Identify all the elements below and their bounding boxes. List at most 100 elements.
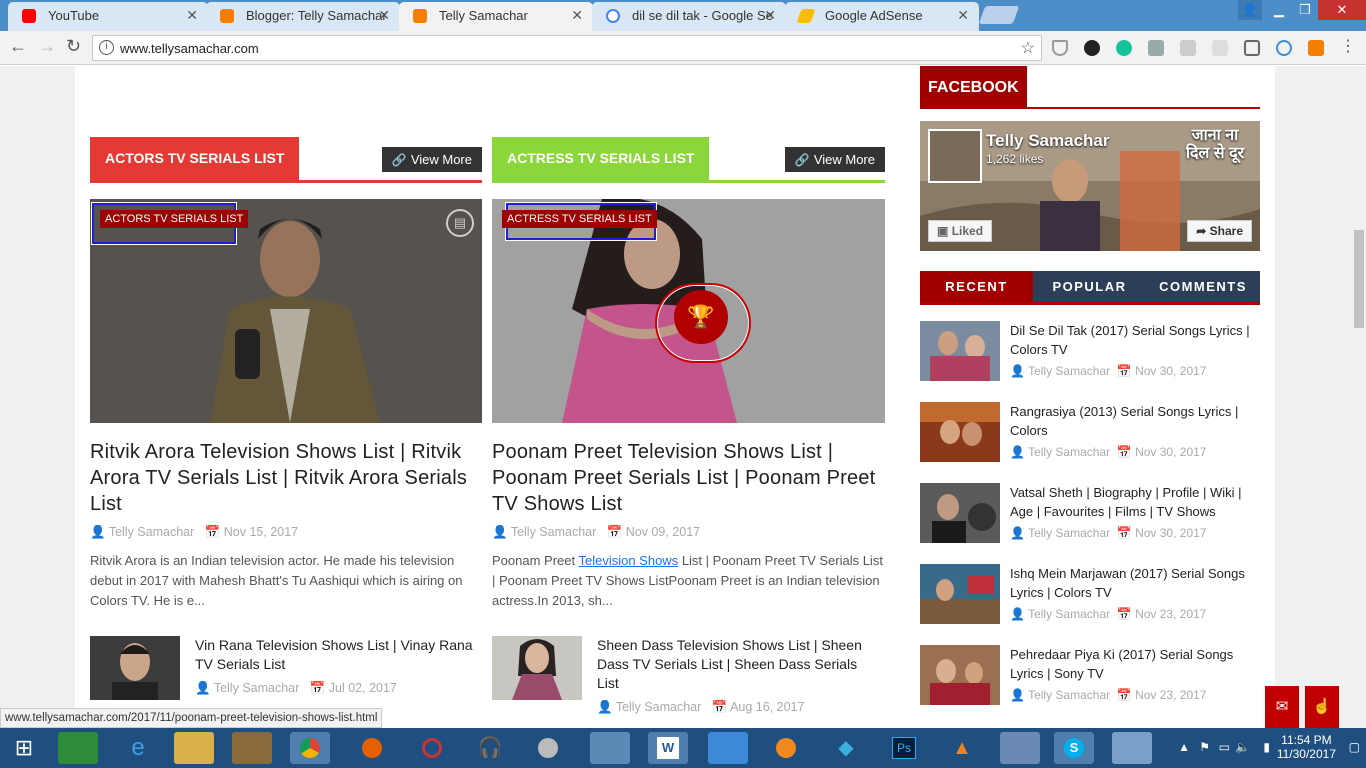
category-tag[interactable]: ACTORS TV SERIALS LIST bbox=[100, 210, 249, 228]
tab-google-search[interactable]: dil se dil tak - Google Se ✕ bbox=[592, 2, 786, 31]
profile-icon[interactable]: 👤 bbox=[1238, 0, 1262, 20]
post-author[interactable]: Telly Samachar bbox=[214, 681, 299, 695]
close-tab-icon[interactable]: ✕ bbox=[186, 2, 198, 29]
post-author[interactable]: Telly Samachar bbox=[1028, 607, 1110, 621]
post-author[interactable]: Telly Samachar bbox=[616, 700, 701, 714]
headphones-icon[interactable]: 🎧 bbox=[470, 732, 510, 764]
post-author[interactable]: Telly Samachar bbox=[511, 525, 596, 539]
category-tag[interactable]: ACTRESS TV SERIALS LIST bbox=[502, 210, 657, 228]
file-explorer-icon[interactable] bbox=[174, 732, 214, 764]
close-tab-icon[interactable]: ✕ bbox=[764, 2, 776, 29]
notifications-icon[interactable]: ▢ bbox=[1349, 740, 1360, 754]
mini-post-title[interactable]: Vin Rana Television Shows List | Vinay R… bbox=[195, 636, 485, 674]
show-hidden-icons[interactable]: ▲ bbox=[1178, 740, 1190, 754]
contact-mail-button[interactable]: ✉ bbox=[1265, 686, 1299, 728]
fb-page-name[interactable]: Telly Samachar bbox=[986, 131, 1109, 151]
extension-icon[interactable] bbox=[1084, 40, 1100, 56]
grammarly-icon[interactable] bbox=[1116, 40, 1132, 56]
scrollbar-thumb[interactable] bbox=[1354, 230, 1364, 328]
vlc-icon[interactable]: ▲ bbox=[942, 732, 982, 764]
internet-explorer-icon[interactable]: e bbox=[118, 732, 158, 764]
info-icon[interactable]: i bbox=[99, 40, 114, 55]
extension-icon[interactable] bbox=[1276, 40, 1292, 56]
extension-icon[interactable] bbox=[1180, 40, 1196, 56]
app-icon[interactable] bbox=[412, 732, 452, 764]
recent-post-item[interactable]: Pehredaar Piya Ki (2017) Serial Songs Ly… bbox=[920, 645, 1260, 709]
tab-blogger[interactable]: Blogger: Telly Samachar ✕ bbox=[206, 2, 400, 31]
chrome-icon[interactable] bbox=[290, 732, 330, 764]
recent-post-title[interactable]: Dil Se Dil Tak (2017) Serial Songs Lyric… bbox=[1010, 321, 1260, 359]
post-author[interactable]: Telly Samachar bbox=[109, 525, 194, 539]
menu-icon[interactable]: ⋮ bbox=[1340, 36, 1356, 56]
mini-post-thumbnail[interactable] bbox=[492, 636, 582, 700]
hand-pointer-button[interactable]: ☝ bbox=[1305, 686, 1339, 728]
share-button[interactable]: ➦ Share bbox=[1187, 220, 1252, 242]
task-manager-icon[interactable] bbox=[1000, 732, 1040, 764]
app-icon[interactable] bbox=[232, 732, 272, 764]
excel-icon[interactable] bbox=[58, 732, 98, 764]
liked-button[interactable]: ▣ Liked bbox=[928, 220, 993, 242]
uc-browser-icon[interactable] bbox=[766, 732, 806, 764]
tab-youtube[interactable]: YouTube ✕ bbox=[8, 2, 208, 31]
facebook-page-plugin[interactable]: Telly Samachar 1,262 likes जाना ना दिल स… bbox=[920, 121, 1260, 251]
post-author[interactable]: Telly Samachar bbox=[1028, 364, 1110, 378]
tab-popular[interactable]: POPULAR bbox=[1033, 271, 1146, 302]
photoshop-icon[interactable]: Ps bbox=[884, 732, 924, 764]
volume-icon[interactable]: 🔈 bbox=[1235, 740, 1250, 754]
restore-button[interactable]: ❐ bbox=[1292, 0, 1318, 20]
flag-icon[interactable]: ⚑ bbox=[1199, 740, 1210, 754]
recent-post-title[interactable]: Vatsal Sheth | Biography | Profile | Wik… bbox=[1010, 483, 1260, 521]
network-icon[interactable]: ▭ bbox=[1219, 740, 1230, 754]
app-icon[interactable] bbox=[1112, 732, 1152, 764]
featured-post-title[interactable]: Poonam Preet Television Shows List | Poo… bbox=[492, 439, 885, 517]
recent-post-item[interactable]: Dil Se Dil Tak (2017) Serial Songs Lyric… bbox=[920, 321, 1260, 385]
start-button[interactable]: ⊞ bbox=[4, 732, 44, 764]
tab-comments[interactable]: COMMENTS bbox=[1146, 271, 1260, 302]
tab-telly-samachar[interactable]: Telly Samachar ✕ bbox=[399, 2, 593, 31]
blogger-extension-icon[interactable] bbox=[1308, 40, 1324, 56]
post-author[interactable]: Telly Samachar bbox=[1028, 526, 1110, 540]
clock[interactable]: 11:54 PM 11/30/2017 bbox=[1277, 733, 1336, 761]
word-icon[interactable]: W bbox=[648, 732, 688, 764]
bookmark-star-icon[interactable]: ☆ bbox=[1021, 38, 1035, 58]
tab-recent[interactable]: RECENT bbox=[920, 271, 1033, 302]
close-tab-icon[interactable]: ✕ bbox=[957, 2, 969, 29]
back-icon[interactable]: ← bbox=[9, 36, 27, 57]
mini-post-thumbnail[interactable] bbox=[90, 636, 180, 700]
page-scrollbar[interactable] bbox=[1352, 66, 1366, 728]
close-window-button[interactable]: ✕ bbox=[1318, 0, 1366, 20]
forward-icon[interactable]: → bbox=[38, 36, 56, 57]
featured-post-image[interactable]: ACTRESS TV SERIALS LIST 🏆 bbox=[492, 199, 885, 423]
tab-adsense[interactable]: Google AdSense ✕ bbox=[785, 2, 979, 31]
trophy-icon[interactable]: 🏆 bbox=[674, 290, 728, 344]
excerpt-link[interactable]: Television Shows bbox=[578, 553, 678, 568]
app-icon[interactable] bbox=[708, 732, 748, 764]
view-more-button[interactable]: 🔗 View More bbox=[381, 147, 482, 172]
recent-post-title[interactable]: Ishq Mein Marjawan (2017) Serial Songs L… bbox=[1010, 564, 1260, 602]
featured-post-title[interactable]: Ritvik Arora Television Shows List | Rit… bbox=[90, 439, 482, 517]
new-tab-button[interactable] bbox=[978, 6, 1020, 24]
mini-post-title[interactable]: Sheen Dass Television Shows List | Sheen… bbox=[597, 636, 882, 693]
view-more-button[interactable]: 🔗 View More bbox=[784, 147, 885, 172]
download-extension-icon[interactable] bbox=[1148, 40, 1164, 56]
close-tab-icon[interactable]: ✕ bbox=[571, 2, 583, 29]
featured-post-image[interactable]: ACTORS TV SERIALS LIST ▤ bbox=[90, 199, 482, 423]
reload-icon[interactable]: ↻ bbox=[66, 36, 81, 57]
signal-icon[interactable]: ▮ bbox=[1263, 740, 1270, 754]
firefox-icon[interactable] bbox=[352, 732, 392, 764]
recent-post-item[interactable]: Vatsal Sheth | Biography | Profile | Wik… bbox=[920, 483, 1260, 547]
address-bar[interactable]: i www.tellysamachar.com ☆ bbox=[92, 35, 1042, 61]
shield-extension-icon[interactable] bbox=[1052, 40, 1068, 56]
close-tab-icon[interactable]: ✕ bbox=[378, 2, 390, 29]
cast-icon[interactable] bbox=[1244, 40, 1260, 56]
page-avatar[interactable] bbox=[928, 129, 982, 183]
control-panel-icon[interactable] bbox=[590, 732, 630, 764]
recent-post-title[interactable]: Rangrasiya (2013) Serial Songs Lyrics | … bbox=[1010, 402, 1260, 440]
recent-post-title[interactable]: Pehredaar Piya Ki (2017) Serial Songs Ly… bbox=[1010, 645, 1260, 683]
app-icon[interactable] bbox=[528, 732, 568, 764]
recent-post-item[interactable]: Ishq Mein Marjawan (2017) Serial Songs L… bbox=[920, 564, 1260, 628]
kodi-icon[interactable]: ◆ bbox=[826, 732, 866, 764]
minimize-button[interactable]: ▁ bbox=[1266, 0, 1292, 20]
skype-icon[interactable]: S bbox=[1054, 732, 1094, 764]
extension-icon[interactable] bbox=[1212, 40, 1228, 56]
